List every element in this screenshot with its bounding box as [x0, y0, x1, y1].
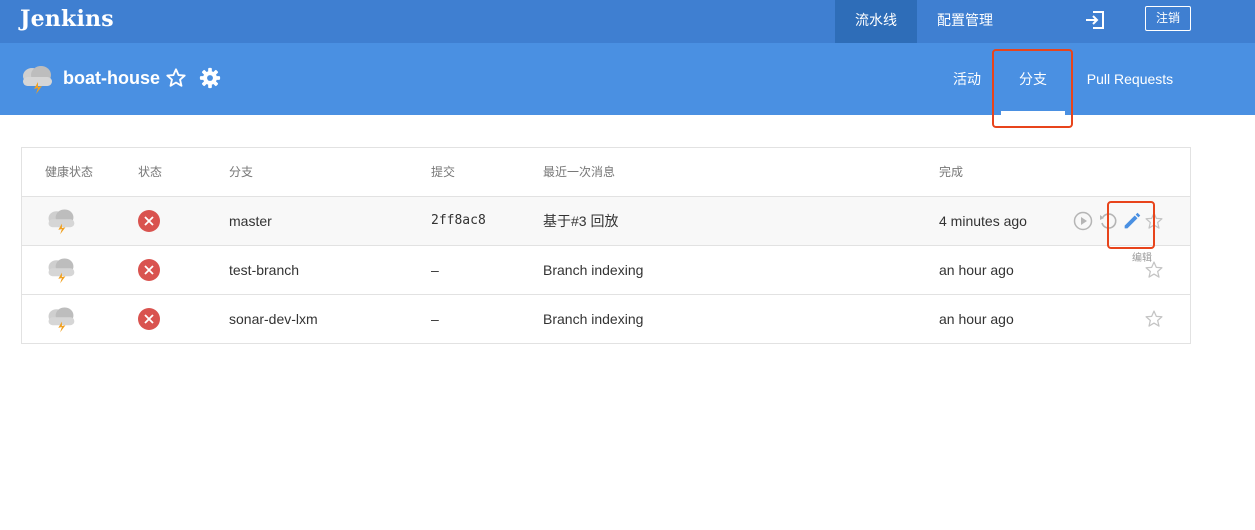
jenkins-logo[interactable]: Jenkins	[20, 6, 114, 32]
tab-activity[interactable]: 活动	[945, 43, 989, 115]
branches-table: 健康状态 状态 分支 提交 最近一次消息 完成 master 2ff8ac8 基…	[21, 147, 1191, 344]
table-row[interactable]: test-branch – Branch indexing an hour ag…	[22, 246, 1190, 295]
top-bar: Jenkins 流水线 配置管理 注销	[0, 0, 1255, 43]
completed-time: an hour ago	[939, 262, 1014, 278]
last-message: Branch indexing	[543, 311, 644, 327]
logout-button[interactable]: 注销	[1145, 6, 1191, 31]
column-health: 健康状态	[45, 165, 94, 179]
column-status: 状态	[138, 165, 163, 179]
cloud-lightning-icon	[23, 66, 52, 94]
table-row[interactable]: sonar-dev-lxm – Branch indexing an hour …	[22, 295, 1190, 344]
branch-name[interactable]: master	[229, 197, 272, 246]
star-icon[interactable]	[1144, 309, 1164, 329]
last-message: 基于#3 回放	[543, 213, 619, 229]
cloud-lightning-icon	[48, 258, 75, 284]
completed-time: an hour ago	[939, 311, 1014, 327]
table-header: 健康状态 状态 分支 提交 最近一次消息 完成	[22, 148, 1190, 197]
column-message: 最近一次消息	[543, 165, 616, 179]
branch-name[interactable]: sonar-dev-lxm	[229, 295, 318, 344]
highlight-box-edit	[1107, 201, 1155, 249]
branch-name[interactable]: test-branch	[229, 246, 299, 295]
cloud-lightning-icon	[48, 209, 75, 235]
gear-icon[interactable]	[199, 67, 221, 89]
table-row[interactable]: master 2ff8ac8 基于#3 回放 4 minutes ago	[22, 197, 1190, 246]
failed-x-icon	[138, 210, 160, 232]
column-commit: 提交	[431, 165, 456, 179]
commit-id: 2ff8ac8	[431, 213, 486, 228]
column-branch: 分支	[229, 165, 254, 179]
login-icon[interactable]	[1084, 9, 1106, 31]
highlight-box-tab	[992, 49, 1073, 128]
last-message: Branch indexing	[543, 262, 644, 278]
completed-time: 4 minutes ago	[939, 213, 1027, 229]
column-completed: 完成	[939, 165, 964, 179]
commit-id: –	[431, 262, 439, 278]
edit-tooltip: 编辑	[1132, 253, 1152, 264]
commit-id: –	[431, 311, 439, 327]
failed-x-icon	[138, 308, 160, 330]
cloud-lightning-icon	[48, 307, 75, 333]
repo-name[interactable]: boat-house	[63, 68, 160, 89]
tab-pull-requests[interactable]: Pull Requests	[1080, 43, 1180, 115]
nav-admin[interactable]: 配置管理	[927, 0, 1003, 43]
nav-pipeline[interactable]: 流水线	[835, 0, 917, 43]
play-icon[interactable]	[1073, 211, 1093, 231]
failed-x-icon	[138, 259, 160, 281]
star-icon[interactable]	[165, 67, 187, 89]
